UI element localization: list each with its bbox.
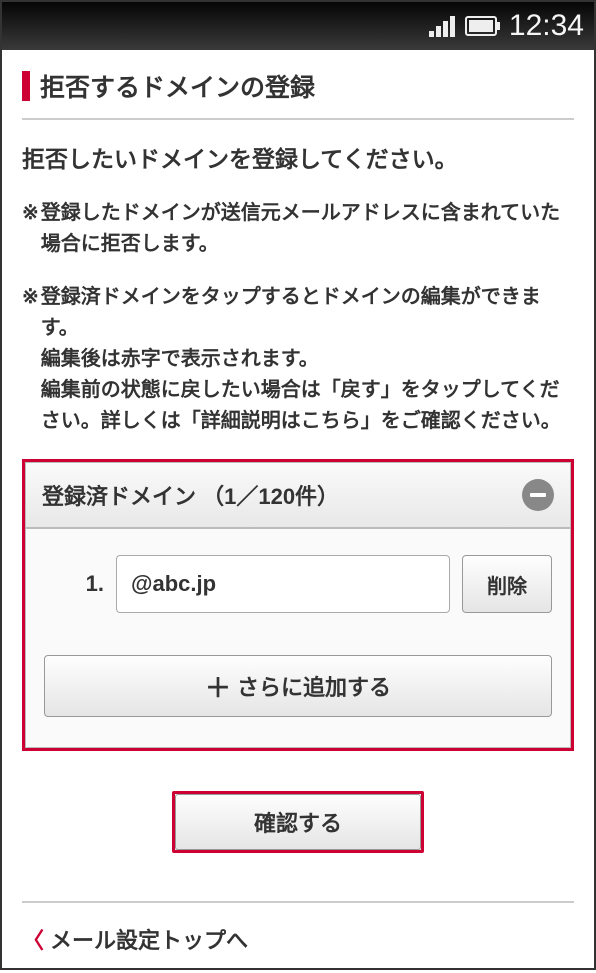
add-more-button[interactable]: ＋ さらに追加する — [44, 655, 552, 717]
note-text-2: 登録済ドメインをタップするとドメインの編集ができます。 編集後は赤字で表示されま… — [41, 282, 574, 437]
confirm-button[interactable]: 確認する — [172, 791, 424, 853]
battery-icon — [465, 15, 501, 37]
delete-button[interactable]: 削除 — [462, 555, 552, 613]
panel-header[interactable]: 登録済ドメイン （1／120件） — [25, 462, 571, 529]
page-title-section: 拒否するドメインの登録 — [22, 68, 574, 120]
row-number: 1. — [44, 571, 104, 597]
signal-icon — [429, 15, 457, 37]
confirm-section: 確認する — [22, 791, 574, 853]
panel-body: 1. 削除 ＋ さらに追加する — [25, 529, 571, 748]
panel-title: 登録済ドメイン （1／120件） — [42, 479, 339, 511]
title-accent-bar — [22, 71, 30, 101]
collapse-icon[interactable] — [522, 479, 554, 511]
status-bar: 12:34 — [2, 2, 594, 50]
note-2: ※ 登録済ドメインをタップするとドメインの編集ができます。 編集後は赤字で表示さ… — [22, 282, 574, 437]
registered-domains-panel: 登録済ドメイン （1／120件） 1. 削除 ＋ さらに追加する — [22, 459, 574, 751]
note-text-1: 登録したドメインが送信元メールアドレスに含まれていた場合に拒否します。 — [41, 198, 574, 260]
content-area: 拒否するドメインの登録 拒否したいドメインを登録してください。 ※ 登録したドメ… — [2, 50, 594, 973]
note-marker: ※ — [22, 198, 39, 260]
note-marker: ※ — [22, 282, 39, 437]
domain-input[interactable] — [116, 555, 450, 613]
instruction-text: 拒否したいドメインを登録してください。 — [22, 140, 574, 174]
page-title: 拒否するドメインの登録 — [40, 68, 315, 104]
status-clock: 12:34 — [509, 9, 584, 43]
plus-icon: ＋ — [205, 668, 231, 705]
back-link[interactable]: 〈 メール設定トップへ — [22, 901, 574, 955]
add-more-label: さらに追加する — [237, 670, 391, 702]
chevron-left-icon: 〈 — [22, 923, 44, 955]
confirm-label: 確認する — [254, 806, 342, 838]
note-1: ※ 登録したドメインが送信元メールアドレスに含まれていた場合に拒否します。 — [22, 198, 574, 260]
domain-row: 1. 削除 — [44, 555, 552, 613]
back-link-label: メール設定トップへ — [50, 923, 248, 955]
